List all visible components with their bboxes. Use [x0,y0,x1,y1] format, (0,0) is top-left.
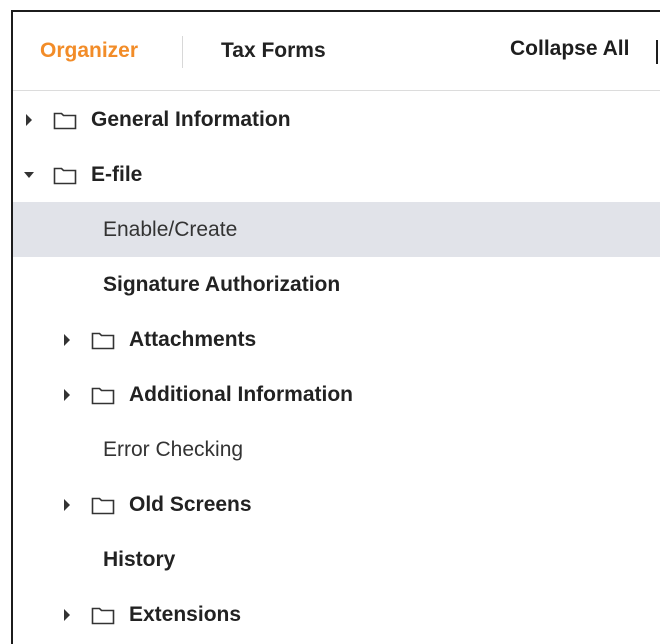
tree-row-label: Extensions [129,603,242,626]
tree-row-label: Old Screens [129,493,252,516]
navigation-panel: Organizer Tax Forms Collapse All General… [11,10,660,644]
tree-row-old-screens[interactable]: Old Screens [13,477,660,532]
caret-right-icon[interactable] [61,497,73,513]
tree-row-label: Error Checking [103,438,244,461]
tree-row-history[interactable]: History [13,532,660,587]
tree-row-label: General Information [91,108,291,131]
tree-row-signature-authorization[interactable]: Signature Authorization [13,257,660,312]
caret-right-icon[interactable] [61,607,73,623]
folder-icon [91,332,115,350]
folder-icon [91,387,115,405]
tree-row-label: E-file [91,163,143,186]
folder-icon [91,607,115,625]
tree-row-label: Attachments [129,328,257,351]
tree-row-extensions[interactable]: Extensions [13,587,660,642]
tab-bar: Organizer Tax Forms Collapse All [13,12,660,91]
tree-row-e-file[interactable]: E-file [13,147,660,202]
caret-right-icon[interactable] [61,387,73,403]
tree-row-label: Enable/Create [103,218,238,241]
tab-tax-forms[interactable]: Tax Forms [221,38,326,64]
folder-icon [53,112,77,130]
tab-divider [182,36,183,68]
tree-row-label: Signature Authorization [103,273,341,296]
tree-row-enable-create[interactable]: Enable/Create [13,202,660,257]
caret-right-icon[interactable] [23,112,35,128]
caret-down-icon[interactable] [23,167,35,183]
caret-right-icon[interactable] [61,332,73,348]
tab-organizer[interactable]: Organizer [40,38,138,64]
tree-row-label: History [103,548,176,571]
tree-row-label: Additional Information [129,383,353,406]
tree-row-general-information[interactable]: General Information [13,92,660,147]
folder-icon [53,167,77,185]
folder-icon [91,497,115,515]
tree-row-additional-information[interactable]: Additional Information [13,367,660,422]
toolbar-separator [656,40,658,64]
tree-row-error-checking[interactable]: Error Checking [13,422,660,477]
tree-row-attachments[interactable]: Attachments [13,312,660,367]
collapse-all-button[interactable]: Collapse All [510,36,629,62]
